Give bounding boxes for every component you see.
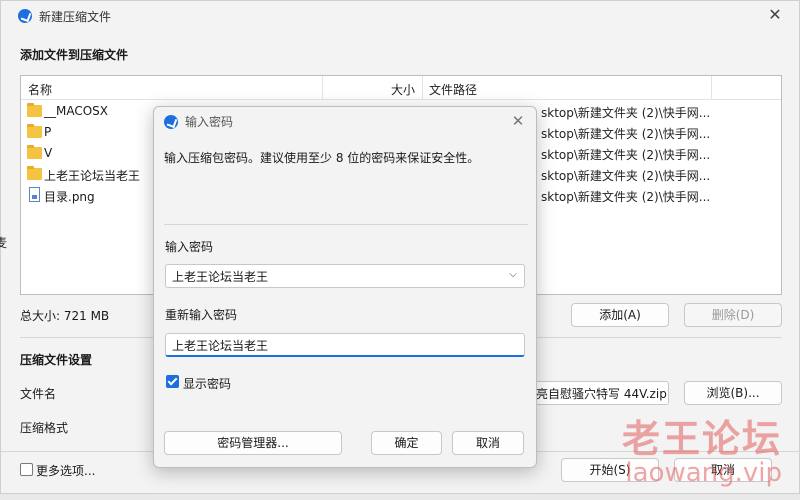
file-path: sktop\新建文件夹 (2)\快手网... bbox=[541, 169, 711, 183]
folder-icon bbox=[27, 103, 42, 117]
file-path: sktop\新建文件夹 (2)\快手网... bbox=[541, 148, 711, 162]
file-path: sktop\新建文件夹 (2)\快手网... bbox=[541, 127, 711, 141]
column-name[interactable]: 名称 bbox=[28, 81, 52, 98]
column-size[interactable]: 大小 bbox=[391, 81, 415, 98]
column-separator bbox=[422, 76, 423, 100]
app-logo-icon bbox=[164, 115, 178, 129]
settings-title: 压缩文件设置 bbox=[20, 353, 93, 367]
column-path[interactable]: 文件路径 bbox=[429, 81, 477, 98]
column-separator bbox=[322, 76, 323, 100]
chevron-down-icon[interactable]: ⌵ bbox=[506, 267, 520, 283]
more-options-checkbox[interactable] bbox=[20, 463, 33, 476]
format-label: 压缩格式 bbox=[20, 421, 69, 435]
dialog-close-icon[interactable]: ✕ bbox=[508, 111, 528, 131]
file-list-header: 名称 大小 文件路径 bbox=[21, 76, 781, 100]
browse-button[interactable]: 浏览(B)... bbox=[684, 381, 782, 405]
watermark-title: 老王论坛 bbox=[621, 417, 782, 461]
password-value: 上老王论坛当老王 bbox=[172, 270, 269, 284]
dialog-title: 输入密码 bbox=[185, 115, 234, 129]
confirm-password-input[interactable]: 上老王论坛当老王 bbox=[165, 333, 525, 357]
password-input[interactable]: 上老王论坛当老王 ⌵ bbox=[165, 264, 525, 288]
more-options-label[interactable]: 更多选项... bbox=[36, 462, 95, 479]
delete-button[interactable]: 删除(D) bbox=[684, 303, 782, 327]
partial-label: 麦 bbox=[0, 236, 8, 250]
file-path: sktop\新建文件夹 (2)\快手网... bbox=[541, 190, 711, 204]
file-name: P bbox=[44, 125, 52, 139]
password-manager-button[interactable]: 密码管理器... bbox=[164, 431, 342, 455]
add-button[interactable]: 添加(A) bbox=[571, 303, 669, 327]
dialog-description: 输入压缩包密码。建议使用至少 8 位的密码来保证安全性。 bbox=[164, 151, 480, 165]
dialog-cancel-button[interactable]: 取消 bbox=[452, 431, 524, 455]
folder-icon bbox=[27, 145, 42, 159]
show-password-checkbox[interactable] bbox=[166, 375, 179, 388]
app-logo-icon bbox=[18, 9, 32, 23]
file-name: 上老王论坛当老王 bbox=[44, 169, 141, 183]
title-bar: 新建压缩文件 ✕ bbox=[1, 1, 799, 31]
password-label: 输入密码 bbox=[165, 240, 214, 254]
file-path: sktop\新建文件夹 (2)\快手网... bbox=[541, 106, 711, 120]
folder-icon bbox=[27, 166, 42, 180]
file-name: V bbox=[44, 146, 53, 160]
add-files-title: 添加文件到压缩文件 bbox=[20, 48, 129, 62]
column-separator bbox=[711, 76, 712, 100]
divider bbox=[164, 224, 528, 225]
filename-label: 文件名 bbox=[20, 387, 57, 401]
folder-icon bbox=[27, 124, 42, 138]
watermark-url: laowang.vip bbox=[625, 458, 782, 488]
total-size: 总大小: 721 MB bbox=[20, 309, 110, 323]
window-close-icon[interactable]: ✕ bbox=[765, 5, 785, 25]
ok-button[interactable]: 确定 bbox=[371, 431, 442, 455]
confirm-password-label: 重新输入密码 bbox=[165, 308, 238, 322]
show-password-label[interactable]: 显示密码 bbox=[183, 375, 231, 392]
file-name: 目录.png bbox=[44, 190, 95, 204]
password-dialog: 输入密码 ✕ 输入压缩包密码。建议使用至少 8 位的密码来保证安全性。 输入密码… bbox=[153, 106, 537, 468]
file-name: __MACOSX bbox=[44, 104, 109, 118]
window-title: 新建压缩文件 bbox=[39, 10, 112, 24]
image-file-icon bbox=[29, 187, 40, 202]
